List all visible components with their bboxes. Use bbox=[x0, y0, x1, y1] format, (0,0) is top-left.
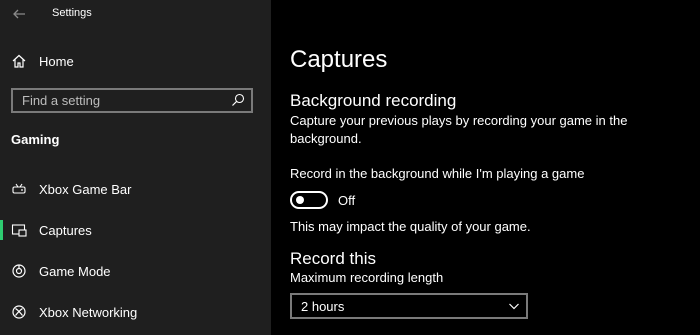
sidebar-item-xbox-networking[interactable]: Xbox Networking bbox=[0, 297, 271, 327]
captures-icon bbox=[11, 224, 27, 237]
sidebar-item-label: Xbox Game Bar bbox=[39, 182, 132, 197]
max-length-label: Maximum recording length bbox=[290, 270, 444, 285]
background-recording-toggle[interactable] bbox=[290, 191, 328, 209]
home-icon bbox=[12, 54, 26, 68]
record-this-heading: Record this bbox=[290, 249, 376, 268]
background-recording-heading: Background recording bbox=[290, 91, 457, 110]
background-recording-description: Capture your previous plays by recording… bbox=[290, 113, 628, 146]
max-length-dropdown[interactable]: 2 hours bbox=[290, 293, 528, 319]
game-mode-icon bbox=[12, 264, 26, 278]
xbox-icon bbox=[12, 305, 26, 319]
sidebar: Settings Home Gaming Xbox Game Bar Captu… bbox=[0, 0, 271, 335]
sidebar-item-captures[interactable]: Captures bbox=[0, 215, 271, 245]
title-bar: Settings bbox=[0, 0, 271, 28]
dropdown-value: 2 hours bbox=[301, 299, 345, 314]
toggle-knob bbox=[296, 196, 304, 204]
main-content: Captures Background recording Capture yo… bbox=[271, 0, 700, 335]
search-icon[interactable] bbox=[231, 93, 245, 107]
nav-home-label: Home bbox=[39, 54, 74, 69]
sidebar-item-xbox-game-bar[interactable]: Xbox Game Bar bbox=[0, 174, 271, 204]
sidebar-item-label: Captures bbox=[39, 223, 92, 238]
section-title: Gaming bbox=[11, 132, 60, 147]
chevron-down-icon bbox=[509, 303, 519, 310]
selection-indicator bbox=[0, 220, 3, 240]
search-input[interactable] bbox=[13, 90, 232, 111]
sidebar-item-game-mode[interactable]: Game Mode bbox=[0, 256, 271, 286]
page-title: Captures bbox=[290, 46, 388, 73]
toggle-state-label: Off bbox=[338, 193, 356, 208]
nav-home[interactable]: Home bbox=[0, 48, 271, 76]
sidebar-item-label: Game Mode bbox=[39, 264, 111, 279]
sidebar-item-label: Xbox Networking bbox=[39, 305, 138, 320]
back-arrow-icon[interactable] bbox=[11, 6, 27, 22]
game-bar-icon bbox=[12, 183, 26, 194]
search-box[interactable] bbox=[11, 88, 253, 113]
quality-note: This may impact the quality of your game… bbox=[290, 219, 531, 234]
window-title: Settings bbox=[52, 7, 92, 19]
background-recording-setting-label: Record in the background while I'm playi… bbox=[290, 166, 585, 181]
